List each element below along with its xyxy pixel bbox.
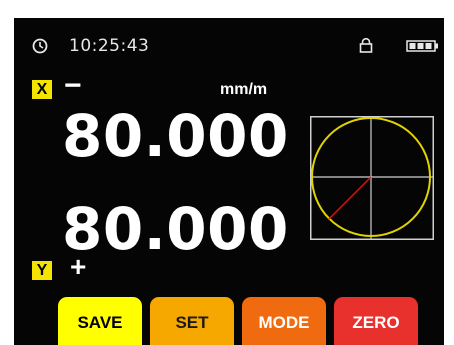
x-sign: − xyxy=(64,69,82,102)
set-button[interactable]: SET xyxy=(150,297,234,345)
battery-icon xyxy=(406,40,438,52)
status-time: 10:25:43 xyxy=(69,36,150,56)
y-axis-label: Y xyxy=(32,261,52,280)
save-button[interactable]: SAVE xyxy=(58,297,142,345)
tilt-indicator xyxy=(328,176,372,220)
clock-icon xyxy=(32,38,48,54)
mode-button[interactable]: MODE xyxy=(242,297,326,345)
y-value: 80.000 xyxy=(62,195,289,263)
unit-label: mm/m xyxy=(220,81,268,98)
lock-icon xyxy=(359,37,373,53)
x-value: 80.000 xyxy=(62,102,289,170)
level-indicator xyxy=(310,116,434,240)
button-bar: SAVE SET MODE ZERO xyxy=(14,297,444,345)
zero-button[interactable]: ZERO xyxy=(334,297,418,345)
x-axis-label: X xyxy=(32,80,52,99)
status-bar: 10:25:43 xyxy=(14,18,444,68)
device-screen: 10:25:43 X − mm/m 80.000 Y + 80.000 SAVE… xyxy=(14,18,444,345)
